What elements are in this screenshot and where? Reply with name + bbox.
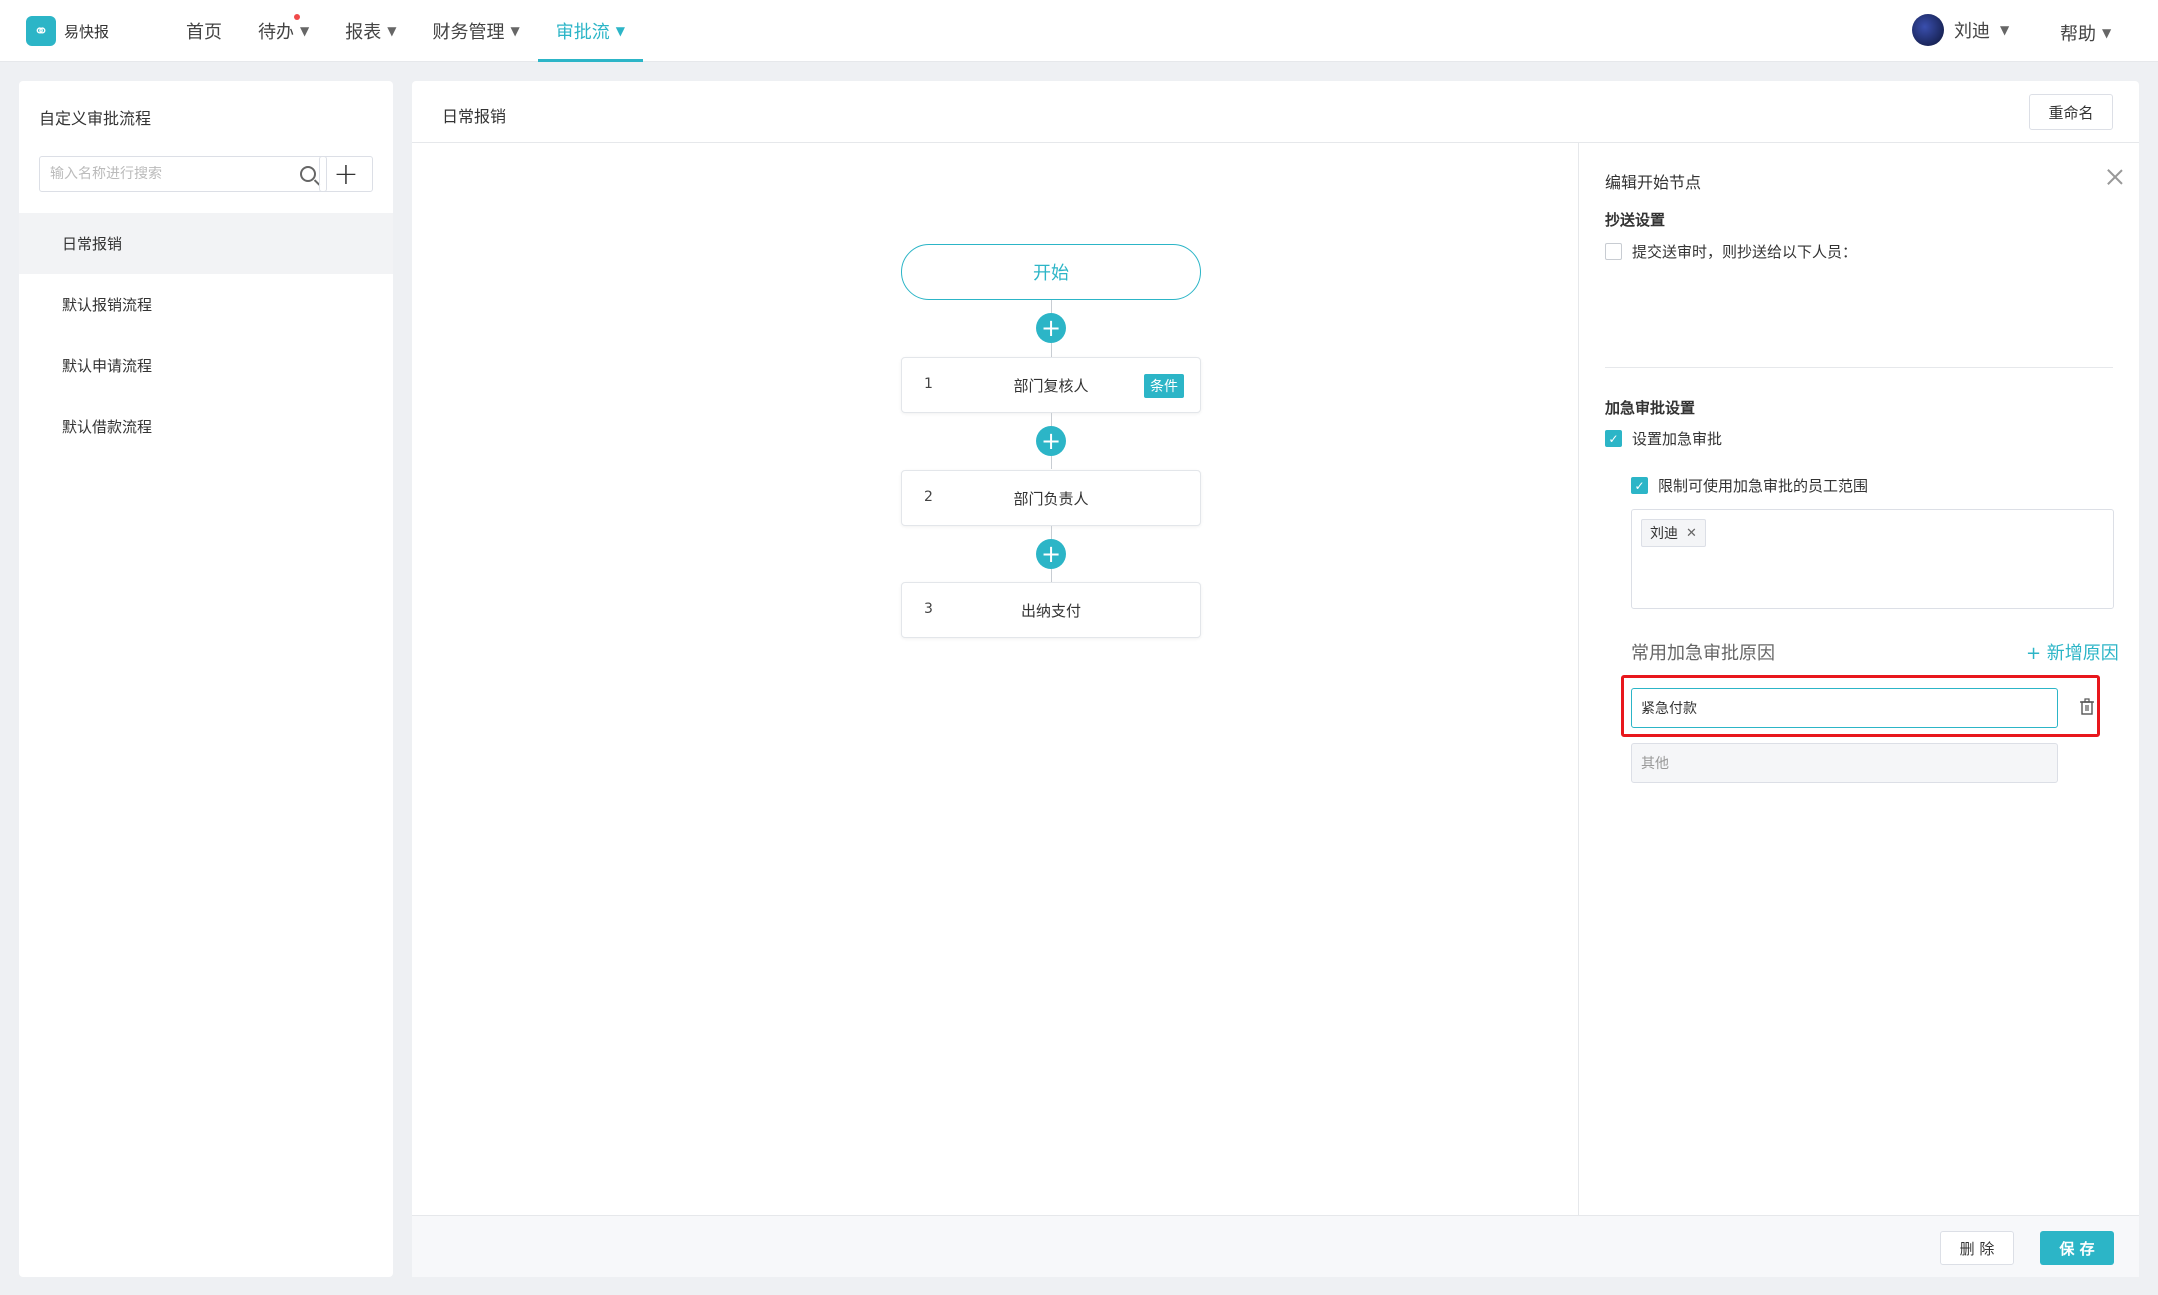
urgent-checkbox[interactable]: ✓	[1605, 430, 1622, 447]
caret-down-icon: ▼	[2000, 23, 2010, 37]
editor-header: 日常报销 重命名	[412, 81, 2139, 143]
employee-tag-input[interactable]: 刘迪 ✕	[1631, 509, 2114, 609]
cc-section-title: 抄送设置	[1605, 211, 1666, 229]
cc-checkbox[interactable]	[1605, 243, 1622, 260]
add-node-icon[interactable]: +	[1036, 539, 1066, 569]
reason-title: 常用加急审批原因	[1631, 643, 1775, 664]
logo-text: 易快报	[64, 22, 110, 41]
cc-checkbox-row[interactable]: 提交送审时，则抄送给以下人员：	[1605, 241, 1857, 262]
top-navbar: ⚭ 易快报 首页 待办 ▼ 报表 ▼ 财务管理 ▼ 审批流 ▼ 刘迪 ▼ 帮助 …	[0, 0, 2158, 62]
flow-editor-panel: 日常报销 重命名 开始 + 1 部门复核人 条件 + 2 部门负责人 + 3 出…	[412, 81, 2139, 1277]
trash-icon[interactable]	[2079, 698, 2095, 716]
divider	[1605, 367, 2113, 368]
user-menu[interactable]: 刘迪 ▼	[1912, 14, 2009, 46]
add-reason-button[interactable]: + 新增原因	[2026, 639, 2119, 665]
step-label: 部门负责人	[1013, 490, 1089, 508]
flow-item-default-loan[interactable]: 默认借款流程	[19, 396, 393, 457]
flow-list-panel: 自定义审批流程 + 日常报销 默认报销流程 默认申请流程 默认借款流程	[19, 81, 393, 1277]
help-menu[interactable]: 帮助 ▼	[2060, 20, 2111, 46]
rename-button[interactable]: 重命名	[2029, 94, 2113, 130]
search-box	[39, 156, 327, 192]
logo-icon: ⚭	[26, 16, 56, 46]
flow-list: 日常报销 默认报销流程 默认申请流程 默认借款流程	[19, 213, 393, 457]
panel-title: 自定义审批流程	[39, 109, 152, 128]
caret-down-icon: ▼	[387, 24, 397, 38]
step-node-2[interactable]: 2 部门负责人	[901, 470, 1201, 526]
flow-item-default-application[interactable]: 默认申请流程	[19, 335, 393, 396]
flow-item-daily-reimbursement[interactable]: 日常报销	[19, 213, 393, 274]
limit-checkbox[interactable]: ✓	[1631, 477, 1648, 494]
flow-title: 日常报销	[442, 107, 507, 126]
app-logo[interactable]: ⚭ 易快报	[26, 16, 109, 46]
nav-item-todo[interactable]: 待办 ▼	[240, 0, 327, 62]
reason-input-1[interactable]: 紧急付款	[1631, 688, 2058, 728]
save-button[interactable]: 保 存	[2040, 1231, 2114, 1265]
nav-item-approval-flow[interactable]: 审批流 ▼	[537, 0, 644, 62]
search-input[interactable]	[50, 166, 300, 182]
limit-checkbox-row[interactable]: ✓ 限制可使用加急审批的员工范围	[1631, 475, 1868, 496]
nav-item-home[interactable]: 首页	[168, 0, 240, 62]
edit-node-panel: 编辑开始节点 抄送设置 提交送审时，则抄送给以下人员： 加急审批设置 ✓ 设置加…	[1578, 143, 2139, 1215]
avatar	[1912, 14, 1944, 46]
search-icon[interactable]	[300, 166, 316, 182]
urgent-checkbox-label: 设置加急审批	[1632, 430, 1723, 448]
cc-checkbox-label: 提交送审时，则抄送给以下人员：	[1632, 243, 1858, 261]
reason-input-2[interactable]: 其他	[1631, 743, 2058, 783]
edit-panel-title: 编辑开始节点	[1605, 173, 1702, 192]
caret-down-icon: ▼	[510, 24, 520, 38]
add-node-icon[interactable]: +	[1036, 426, 1066, 456]
limit-checkbox-label: 限制可使用加急审批的员工范围	[1658, 477, 1869, 495]
caret-down-icon: ▼	[300, 24, 310, 38]
nav-item-finance[interactable]: 财务管理 ▼	[414, 0, 537, 62]
editor-footer: 删 除 保 存	[412, 1215, 2139, 1277]
close-icon[interactable]: ✕	[1686, 526, 1697, 541]
urgent-checkbox-row[interactable]: ✓ 设置加急审批	[1605, 428, 1722, 449]
step-label: 出纳支付	[1020, 602, 1081, 620]
caret-down-icon: ▼	[615, 24, 625, 38]
start-node[interactable]: 开始	[901, 244, 1201, 300]
add-flow-button[interactable]: +	[319, 156, 373, 192]
main-nav: 首页 待办 ▼ 报表 ▼ 财务管理 ▼ 审批流 ▼	[168, 0, 644, 62]
step-node-1[interactable]: 1 部门复核人 条件	[901, 357, 1201, 413]
notification-dot	[294, 14, 300, 20]
flow-item-default-reimbursement[interactable]: 默认报销流程	[19, 274, 393, 335]
user-name: 刘迪	[1954, 21, 1990, 42]
employee-tag: 刘迪 ✕	[1641, 519, 1706, 547]
condition-badge: 条件	[1144, 374, 1184, 398]
close-icon[interactable]	[2106, 167, 2124, 185]
delete-button[interactable]: 删 除	[1940, 1231, 2014, 1265]
caret-down-icon: ▼	[2102, 26, 2112, 40]
add-node-icon[interactable]: +	[1036, 313, 1066, 343]
nav-item-reports[interactable]: 报表 ▼	[327, 0, 414, 62]
urgent-section-title: 加急审批设置	[1605, 399, 1696, 417]
step-node-3[interactable]: 3 出纳支付	[901, 582, 1201, 638]
